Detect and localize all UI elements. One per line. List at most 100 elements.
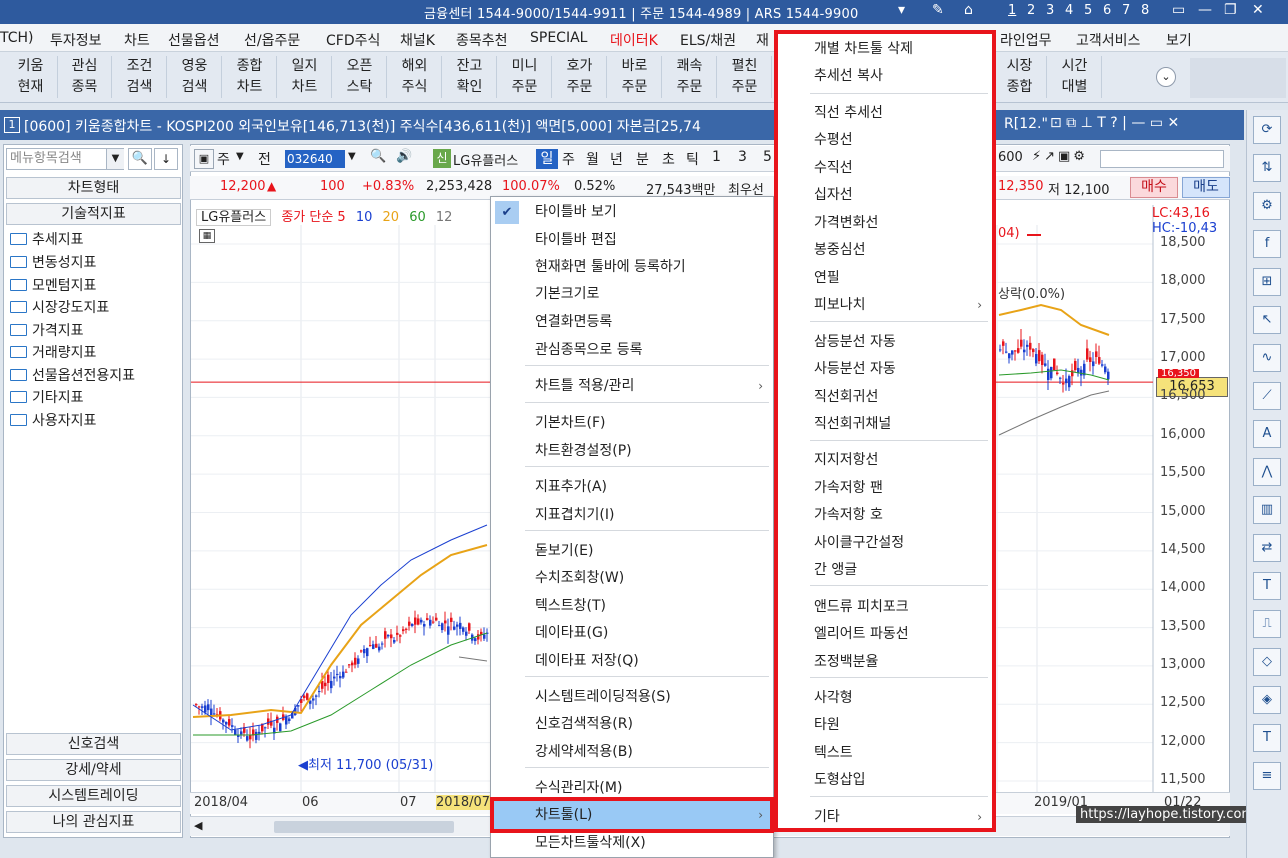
toolbar-btn-overseas[interactable]: 해외 주식 <box>388 56 442 98</box>
menu-item[interactable]: 신호검색적용(R) <box>491 711 773 738</box>
chart-tool-item[interactable]: 도형삽입 <box>778 767 992 794</box>
chart-tool-item[interactable]: 텍스트 <box>778 740 992 767</box>
toolbar-btn-market[interactable]: 시장 종합 <box>993 56 1047 98</box>
scrollbar-thumb[interactable] <box>274 821 454 833</box>
swap-icon[interactable]: ⇄ <box>1253 534 1281 562</box>
period-day-button[interactable]: 일 <box>536 149 558 169</box>
menu-item[interactable]: ELS/채권 <box>680 30 736 50</box>
menu-item[interactable]: 선/옵주문 <box>244 30 300 50</box>
toolbar-btn-watchlist[interactable]: 관심 종목 <box>58 56 112 98</box>
chart-tool-item[interactable]: 연필 <box>778 265 992 292</box>
stock-code-input[interactable]: 032640 <box>285 150 345 168</box>
wave-icon[interactable]: ∿ <box>1253 344 1281 372</box>
toolbar-btn-condition-search[interactable]: 조건 검색 <box>113 56 167 98</box>
system-trading-button[interactable]: 시스템트레이딩 <box>6 785 181 807</box>
minimize-icon[interactable]: — <box>1198 2 1212 18</box>
dropdown-icon[interactable]: ▼ <box>236 151 244 162</box>
tools-icon[interactable]: ✎ <box>932 2 944 18</box>
chart-add-icon[interactable]: ⊞ <box>1253 268 1281 296</box>
layout-icon[interactable]: ▣ <box>194 149 214 169</box>
page-6[interactable]: 6 <box>1103 3 1111 18</box>
menu-item[interactable]: 차트 <box>124 30 150 50</box>
chart-tool-item[interactable]: 사등분선 자동 <box>778 356 992 383</box>
interval-1-button[interactable]: 1 <box>712 149 721 165</box>
interval-5-button[interactable]: 5 <box>763 149 772 165</box>
menu-item-submenu[interactable]: 차트틀 적용/관리 › <box>491 373 773 400</box>
menu-item[interactable]: 모든차트툴삭제(X) <box>491 830 773 857</box>
step-icon[interactable]: ⎍ <box>1253 610 1281 638</box>
gear-icon[interactable]: ⚙ <box>1253 192 1281 220</box>
page-8[interactable]: 8 <box>1141 3 1149 18</box>
cursor-icon[interactable]: ↖ <box>1253 306 1281 334</box>
menu-item[interactable]: CFD주식 <box>326 30 380 50</box>
tree-item-market-strength[interactable]: 시장강도지표 <box>10 297 109 317</box>
scroll-left-icon[interactable]: ◀ <box>194 819 202 832</box>
menu-item[interactable]: 시스템트레이딩적용(S) <box>491 684 773 711</box>
chart-tool-item[interactable]: 기타 › <box>778 804 992 831</box>
chart-tool-item[interactable]: 지지저항선 <box>778 447 992 474</box>
table-icon[interactable]: ▦ <box>199 229 215 243</box>
toolbar-btn-fast-order[interactable]: 쾌속 주문 <box>663 56 717 98</box>
page-7[interactable]: 7 <box>1122 3 1130 18</box>
search-icon[interactable]: 🔍 <box>370 149 386 164</box>
menu-item[interactable]: 차트환경설정(P) <box>491 438 773 465</box>
chart-tool-item[interactable]: 엘리어트 파동선 <box>778 621 992 648</box>
tree-item-user[interactable]: 사용자지표 <box>10 410 96 430</box>
menu-item[interactable]: 현재화면 툴바에 등록하기 <box>491 254 773 281</box>
menu-item[interactable]: 라인업무 <box>1000 30 1052 50</box>
toolbar-btn-spread-order[interactable]: 펼친 주문 <box>718 56 772 98</box>
menu-item[interactable]: 지표추가(A) <box>491 474 773 501</box>
menu-item[interactable]: 재 <box>756 30 769 50</box>
chart-tool-item[interactable]: 직선회귀선 <box>778 384 992 411</box>
page-5[interactable]: 5 <box>1084 3 1092 18</box>
chart-tool-item[interactable]: 가속저항 호 <box>778 502 992 529</box>
menu-item[interactable]: 투자정보 <box>50 30 102 50</box>
trendline-icon[interactable]: ⟋ <box>1253 382 1281 410</box>
buy-button[interactable]: 매수 <box>1130 177 1178 198</box>
menu-item[interactable]: 기본차트(F) <box>491 410 773 437</box>
text-box-icon[interactable]: T <box>1253 724 1281 752</box>
toolbar-btn-kiwoom-current[interactable]: 키움 현재 <box>4 56 58 98</box>
my-indicators-button[interactable]: 나의 관심지표 <box>6 811 181 833</box>
legend-ma-label[interactable]: 종가 단순 5 <box>281 210 345 225</box>
split-icon[interactable]: ⇅ <box>1253 154 1281 182</box>
sound-icon[interactable]: 🔊 <box>396 149 412 164</box>
eraser-icon[interactable]: ◇ <box>1253 648 1281 676</box>
strength-weakness-button[interactable]: 강세/약세 <box>6 759 181 781</box>
chart-tool-item[interactable]: 가격변화선 <box>778 210 992 237</box>
menu-item[interactable]: 고객서비스 <box>1076 30 1140 50</box>
legend-stock-name[interactable]: LG유플러스 <box>196 209 272 226</box>
period-second-button[interactable]: 초 <box>662 149 675 169</box>
toolbar-btn-quote-order[interactable]: 호가 주문 <box>553 56 607 98</box>
period-week-button[interactable]: 주 <box>562 149 575 169</box>
menu-item[interactable]: 수치조회창(W) <box>491 565 773 592</box>
ruler-icon[interactable]: ≡ <box>1253 762 1281 790</box>
toolbar-btn-daily-chart[interactable]: 일지 차트 <box>278 56 332 98</box>
chart-tool-item[interactable]: 직선회귀채널 <box>778 411 992 438</box>
home-icon[interactable]: ⌂ <box>964 2 973 18</box>
count-value[interactable]: 600 <box>998 150 1023 165</box>
eraser-all-icon[interactable]: ◈ <box>1253 686 1281 714</box>
tree-item-momentum[interactable]: 모멘텀지표 <box>10 275 96 295</box>
chart-tool-item[interactable]: 조정백분율 <box>778 649 992 676</box>
menu-item[interactable]: 강세약세적용(B) <box>491 739 773 766</box>
menu-item[interactable]: 채널K <box>400 30 435 50</box>
toolbar-btn-instant-order[interactable]: 바로 주문 <box>608 56 662 98</box>
text-tool-icon[interactable]: T <box>1253 572 1281 600</box>
chart-tool-item[interactable]: 개별 차트툴 삭제 <box>778 36 992 63</box>
prev-button[interactable]: 전 <box>258 149 271 169</box>
monitor-icon[interactable]: ▭ <box>1172 2 1185 18</box>
menu-item[interactable]: 종목추천 <box>456 30 508 50</box>
menu-item[interactable]: 타이틀바 편집 <box>491 227 773 254</box>
menu-item[interactable]: 타이틀바 보기 ✔ <box>491 199 773 226</box>
period-month-button[interactable]: 월 <box>586 149 599 169</box>
menu-item[interactable]: 보기 <box>1166 30 1192 50</box>
zigzag-icon[interactable]: ⋀ <box>1253 458 1281 486</box>
auto-trend-icon[interactable]: A <box>1253 420 1281 448</box>
toolbar-expand-icon[interactable]: ⌄ <box>1156 67 1176 87</box>
toolbar-btn-total-chart[interactable]: 종합 차트 <box>223 56 277 98</box>
menu-item[interactable]: 지표겹치기(I) <box>491 502 773 529</box>
menu-item[interactable]: 선물옵션 <box>168 30 220 50</box>
search-dropdown-icon[interactable]: ▼ <box>106 149 124 169</box>
chart-tool-item[interactable]: 수직선 <box>778 155 992 182</box>
